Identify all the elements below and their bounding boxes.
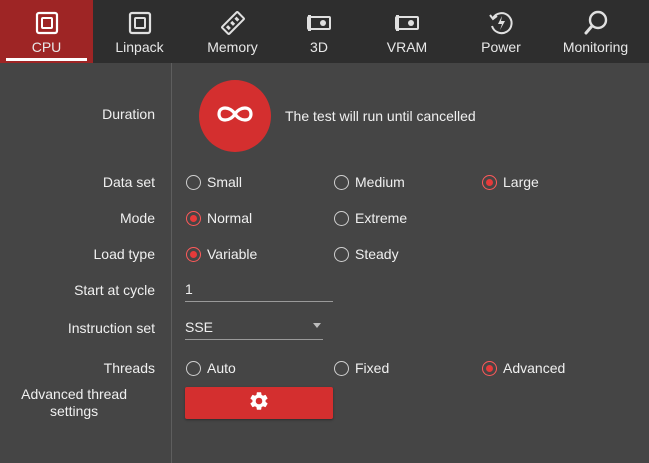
advanced-thread-settings-label: Advanced thread settings <box>21 386 127 420</box>
memory-icon <box>219 9 247 37</box>
radio-circle <box>186 210 201 226</box>
start-at-cycle-input[interactable]: 1 <box>185 281 333 302</box>
radio-circle <box>186 360 201 376</box>
threads-fixed-radio[interactable]: Fixed <box>334 360 389 376</box>
active-tab-indicator <box>6 58 87 61</box>
dropdown-value: SSE <box>185 319 214 335</box>
load-type-label: Load type <box>93 246 156 262</box>
tab-3d[interactable]: 3D <box>279 0 359 63</box>
monitoring-icon <box>582 9 610 37</box>
radio-label: Small <box>207 174 243 190</box>
tab-label: Monitoring <box>562 39 629 55</box>
load-type-variable-radio[interactable]: Variable <box>186 246 257 262</box>
tab-label: Power <box>481 39 521 55</box>
radio-circle <box>186 174 201 190</box>
radio-label: Advanced <box>503 360 566 376</box>
tab-power[interactable]: Power <box>455 0 547 63</box>
tab-monitoring[interactable]: Monitoring <box>547 0 644 63</box>
mode-label: Mode <box>119 210 155 226</box>
cpu-icon <box>35 9 59 37</box>
linpack-icon <box>128 9 152 37</box>
radio-label: Fixed <box>355 360 390 376</box>
gear-icon <box>248 390 270 417</box>
threads-advanced-radio[interactable]: Advanced <box>482 360 565 376</box>
label-line: settings <box>49 403 99 419</box>
radio-circle <box>482 360 497 376</box>
instruction-set-dropdown[interactable]: SSE <box>185 319 323 340</box>
chevron-down-icon <box>313 323 321 328</box>
tab-label: 3D <box>310 39 328 55</box>
load-type-steady-radio[interactable]: Steady <box>334 246 399 262</box>
tab-vram[interactable]: VRAM <box>359 0 455 63</box>
radio-label: Large <box>503 174 539 190</box>
tab-bar: CPU Linpack Memory 3D VRAM Power Monitor… <box>0 0 649 63</box>
tab-label: Linpack <box>115 39 164 55</box>
data-set-medium-radio[interactable]: Medium <box>334 174 405 190</box>
radio-label: Extreme <box>355 210 408 226</box>
mode-normal-radio[interactable]: Normal <box>186 210 252 226</box>
tab-cpu[interactable]: CPU <box>0 0 93 63</box>
start-at-cycle-label: Start at cycle <box>74 282 155 298</box>
mode-extreme-radio[interactable]: Extreme <box>334 210 407 226</box>
radio-label: Auto <box>207 360 236 376</box>
duration-label: Duration <box>102 106 155 122</box>
power-icon <box>487 9 515 37</box>
tab-memory[interactable]: Memory <box>186 0 279 63</box>
radio-label: Medium <box>355 174 405 190</box>
duration-button[interactable] <box>199 80 271 152</box>
tab-linpack[interactable]: Linpack <box>93 0 186 63</box>
data-set-large-radio[interactable]: Large <box>482 174 539 190</box>
tab-label: Memory <box>207 39 258 55</box>
threads-label: Threads <box>103 360 155 376</box>
data-set-label: Data set <box>102 174 155 190</box>
radio-circle <box>334 246 349 262</box>
label-line: Advanced thread <box>21 386 127 402</box>
data-set-small-radio[interactable]: Small <box>186 174 242 190</box>
radio-circle <box>482 174 497 190</box>
radio-circle <box>334 174 349 190</box>
duration-description: The test will run until cancelled <box>285 108 476 124</box>
radio-label: Steady <box>355 246 399 262</box>
radio-label: Normal <box>207 210 253 226</box>
vram-icon <box>393 9 421 37</box>
gpu-3d-icon <box>305 9 333 37</box>
radio-label: Variable <box>207 246 258 262</box>
radio-circle <box>334 210 349 226</box>
input-value: 1 <box>185 281 193 297</box>
label-divider <box>171 63 172 463</box>
tab-label: CPU <box>31 39 62 55</box>
advanced-thread-settings-button[interactable] <box>185 387 333 419</box>
threads-auto-radio[interactable]: Auto <box>186 360 236 376</box>
instruction-set-label: Instruction set <box>67 320 155 336</box>
radio-circle <box>186 246 201 262</box>
infinity-icon <box>215 103 255 130</box>
radio-circle <box>334 360 349 376</box>
tab-label: VRAM <box>386 39 428 55</box>
